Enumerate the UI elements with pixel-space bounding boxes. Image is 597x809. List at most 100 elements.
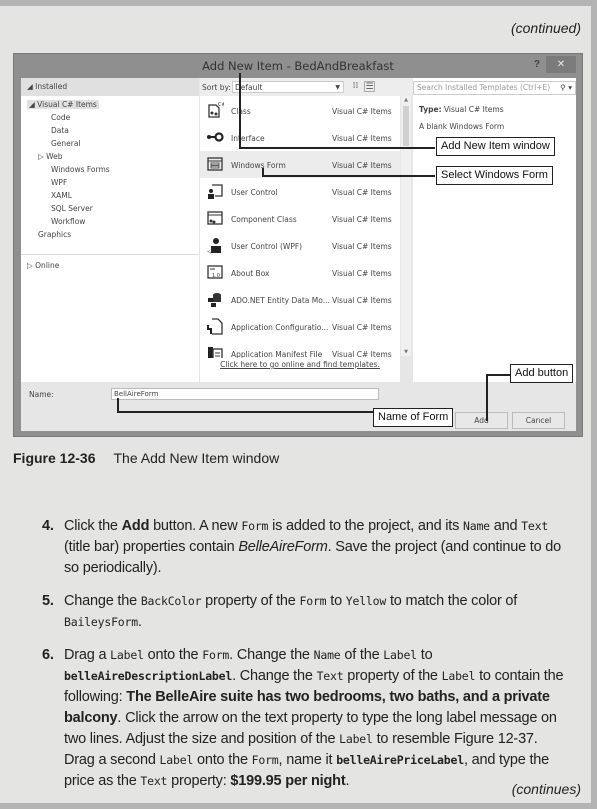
- textbook-page: (continued) Add New Item - BedAndBreakfa…: [0, 6, 591, 803]
- template-type: Type: Visual C# Items: [419, 105, 504, 114]
- name-label: Name:: [29, 390, 54, 399]
- emphasized-text: Label: [159, 753, 194, 767]
- user-control-icon: [208, 184, 223, 199]
- online-section: ▷ Online: [21, 254, 199, 382]
- text-run: to match the color of: [386, 593, 518, 609]
- callout-select-windows-form: Select Windows Form: [436, 166, 553, 185]
- emphasized-text: $199.95 per night: [230, 773, 346, 789]
- text-run: Drag a: [64, 647, 111, 663]
- tree-item-web[interactable]: ▷ Web: [38, 152, 63, 161]
- instruction-steps: 4. Click the Add button. A new Form is ad…: [42, 516, 572, 804]
- cancel-button[interactable]: Cancel: [512, 412, 565, 429]
- text-run: property of the: [201, 593, 300, 609]
- template-row[interactable]: User Control Visual C# Items: [200, 178, 400, 205]
- installed-header[interactable]: ◢ Installed: [21, 78, 199, 96]
- help-button[interactable]: ?: [534, 59, 540, 70]
- emphasized-text: BackColor: [140, 594, 202, 608]
- close-button[interactable]: ✕: [546, 56, 576, 73]
- callout-add-new-item-window: Add New Item window: [436, 137, 555, 156]
- template-row[interactable]: 1.0 About Box Visual C# Items: [200, 259, 400, 286]
- template-row[interactable]: Application Manifest File Visual C# Item…: [200, 340, 400, 358]
- svg-text:1.0: 1.0: [212, 273, 220, 279]
- callout-line: [486, 374, 488, 421]
- list-view-icon[interactable]: ☰: [364, 81, 375, 92]
- template-list-scrollbar[interactable]: ▲ ▼: [401, 96, 411, 356]
- tree-item-graphics[interactable]: Graphics: [38, 230, 71, 239]
- callout-name-of-form: Name of Form: [373, 408, 454, 427]
- template-row[interactable]: ADO.NET Entity Data Mo... Visual C# Item…: [200, 286, 400, 313]
- emphasized-text: Label: [383, 648, 417, 662]
- callout-line: [117, 411, 373, 413]
- find-templates-online-link[interactable]: Click here to go online and find templat…: [200, 360, 400, 369]
- text-run: to: [416, 647, 433, 663]
- sort-toolbar: Sort by: Default ▼ ⁞⁞ ☰: [200, 78, 420, 96]
- scroll-down-icon[interactable]: ▼: [401, 349, 411, 355]
- emphasized-text: Label: [110, 648, 144, 662]
- template-row[interactable]: </> User Control (WPF) Visual C# Items: [200, 232, 400, 259]
- step-4: 4. Click the Add button. A new Form is ad…: [42, 518, 562, 576]
- expand-icon[interactable]: ▷: [38, 152, 44, 161]
- about-box-icon: 1.0: [207, 265, 223, 279]
- emphasized-text: Name: [313, 648, 341, 662]
- scroll-thumb[interactable]: [403, 106, 409, 146]
- step-5: 5. Change the BackColor property of the F…: [42, 593, 518, 630]
- emphasized-text: Label: [339, 732, 373, 746]
- add-new-item-dialog: Add New Item - BedAndBreakfast ? ✕ ◢ Ins…: [13, 53, 583, 437]
- category-tree: ◢ Installed ◢ Visual C# Items Code Data …: [21, 78, 199, 382]
- tree-item-general[interactable]: General: [51, 139, 81, 148]
- windows-form-icon: [207, 157, 223, 171]
- dialog-body: ◢ Installed ◢ Visual C# Items Code Data …: [21, 78, 576, 431]
- name-input[interactable]: BellAireForm: [111, 388, 379, 400]
- component-class-icon: [207, 211, 223, 225]
- text-run: of the: [340, 647, 384, 663]
- text-run: . Change the: [229, 647, 314, 663]
- text-run: to: [326, 593, 346, 609]
- scroll-up-icon[interactable]: ▲: [401, 97, 411, 103]
- step-text: Click the Add button. A new Form is adde…: [64, 518, 561, 576]
- step-6: 6. Drag a Label onto the Form. Change the…: [42, 647, 564, 789]
- template-row[interactable]: C# Class Visual C# Items: [200, 97, 400, 124]
- sort-by-dropdown[interactable]: Default ▼: [232, 81, 344, 93]
- add-button[interactable]: Add: [455, 412, 508, 429]
- text-run: property:: [167, 773, 231, 789]
- medium-icons-view-icon[interactable]: ⁞⁞: [350, 81, 361, 92]
- search-templates-input[interactable]: Search Installed Templates (Ctrl+E) ⚲ ▾: [413, 81, 576, 95]
- template-row-selected[interactable]: Windows Form Visual C# Items: [200, 151, 400, 178]
- tree-item-workflow[interactable]: Workflow: [51, 217, 85, 226]
- search-icon[interactable]: ⚲ ▾: [560, 82, 572, 94]
- emphasized-text: Form: [241, 519, 269, 533]
- continues-label: (continues): [511, 781, 581, 797]
- emphasized-text: Form: [202, 648, 230, 662]
- tree-item-online[interactable]: ▷ Online: [27, 261, 59, 270]
- text-run: Click the: [64, 518, 122, 534]
- step-text: Change the BackColor property of the For…: [64, 593, 517, 630]
- callout-line: [239, 73, 241, 148]
- text-run: . Change the: [232, 668, 317, 684]
- template-row[interactable]: Application Configuratio... Visual C# It…: [200, 313, 400, 340]
- tree-item-sql-server[interactable]: SQL Server: [51, 204, 93, 213]
- expand-icon: ▷: [27, 261, 36, 270]
- user-control-wpf-icon: </>: [207, 238, 221, 254]
- tree-item-windows-forms[interactable]: Windows Forms: [51, 165, 110, 174]
- figure-caption: Figure 12-36 The Add New Item window: [13, 450, 280, 466]
- emphasized-text: Form: [251, 753, 279, 767]
- emphasized-text: Text: [521, 519, 549, 533]
- tree-item-xaml[interactable]: XAML: [51, 191, 72, 200]
- tree-item-wpf[interactable]: WPF: [51, 178, 67, 187]
- emphasized-text: Text: [140, 774, 168, 788]
- callout-line: [117, 398, 119, 412]
- tree-item-code[interactable]: Code: [51, 113, 70, 122]
- template-row[interactable]: Component Class Visual C# Items: [200, 205, 400, 232]
- collapse-icon: ◢: [27, 82, 36, 91]
- tree-item-visual-csharp[interactable]: ◢ Visual C# Items: [27, 100, 99, 109]
- callout-add-button: Add button: [510, 364, 574, 383]
- entity-data-model-icon: [208, 293, 221, 307]
- text-run: is added to the project, and its: [268, 518, 463, 534]
- chevron-down-icon: ▼: [335, 84, 340, 91]
- text-run: button. A new: [149, 518, 242, 534]
- interface-icon: [207, 132, 224, 142]
- class-icon: C#: [208, 102, 224, 118]
- tree-item-data[interactable]: Data: [51, 126, 69, 135]
- callout-line: [486, 374, 511, 376]
- emphasized-text: Yellow: [345, 594, 387, 608]
